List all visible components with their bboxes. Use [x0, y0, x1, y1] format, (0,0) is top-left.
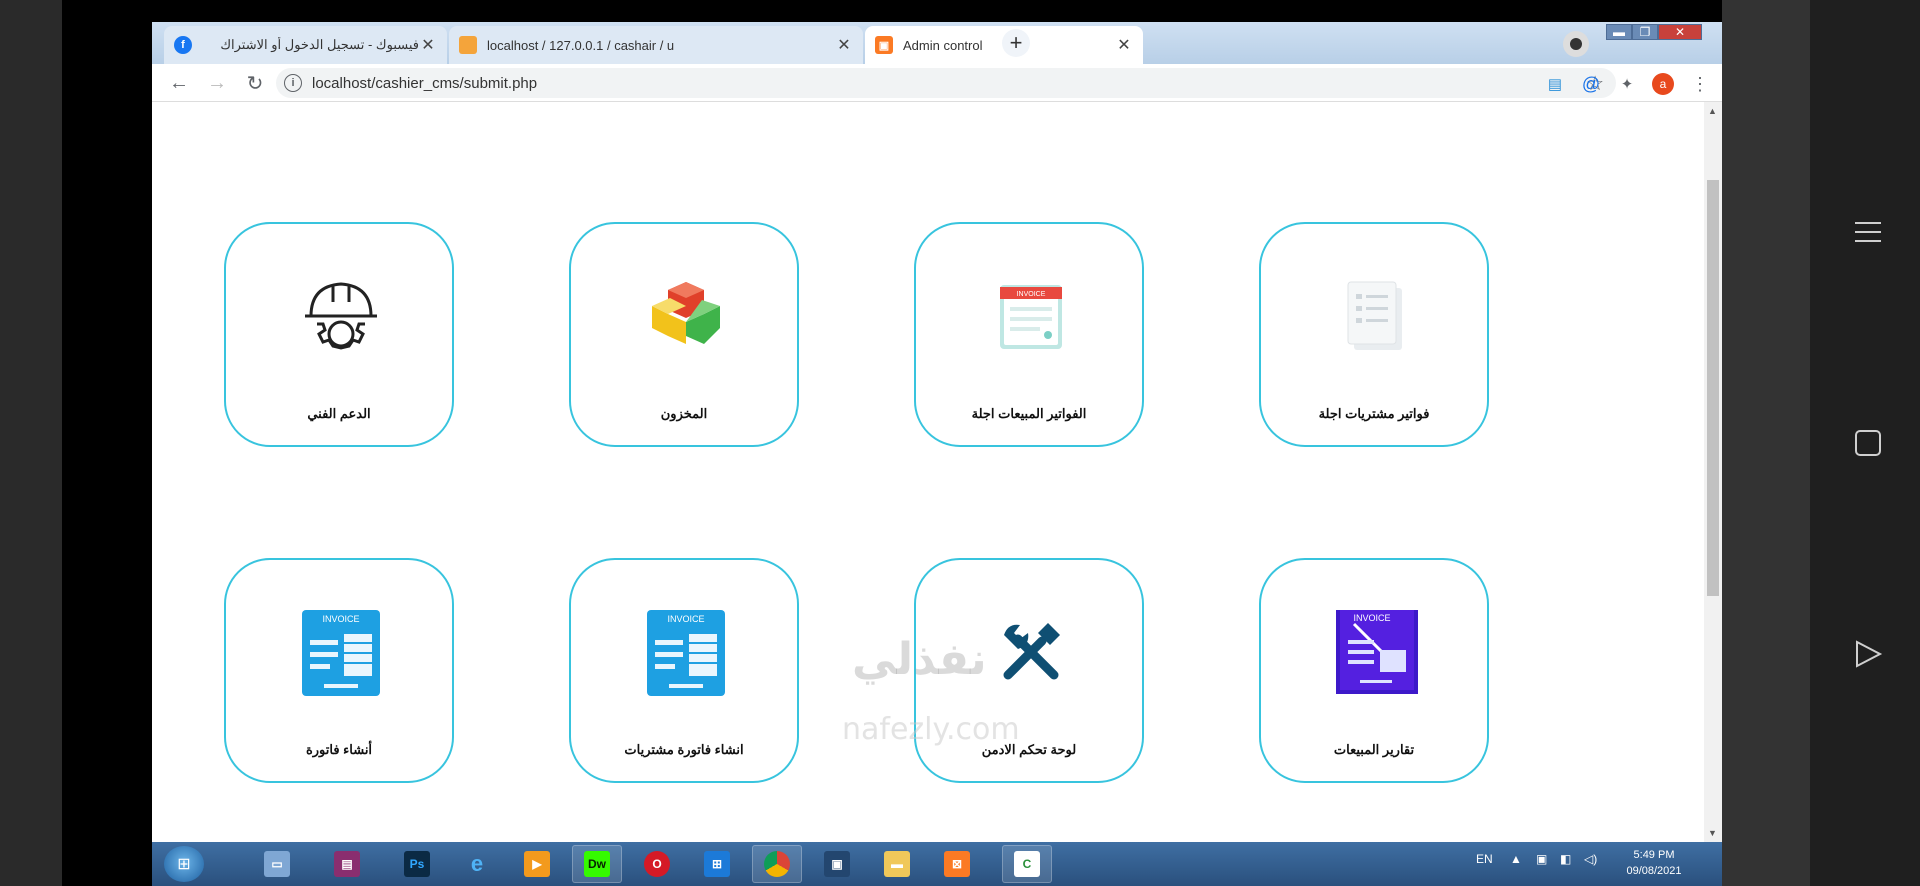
tile-label: المخزون: [660, 406, 708, 421]
tile-label: تقارير المبيعات: [1333, 742, 1415, 757]
facebook-icon: f: [174, 36, 192, 54]
menu-icon[interactable]: [1848, 212, 1888, 252]
tile-deferred-sales-invoices[interactable]: INVOICE الفواتير المبيعات اجلة: [914, 222, 1144, 447]
tile-inventory[interactable]: المخزون: [569, 222, 799, 447]
explorer-icon[interactable]: ▬: [872, 845, 922, 883]
tray-app-icon[interactable]: ▣: [1536, 852, 1547, 866]
invoice-blue-icon: INVOICE: [291, 602, 391, 702]
dreamweaver-icon[interactable]: Dw: [572, 845, 622, 883]
tile-create-invoice[interactable]: INVOICE أنشاء فاتورة: [224, 558, 454, 783]
close-window-button[interactable]: ✕: [1658, 24, 1702, 40]
back-icon[interactable]: [1848, 634, 1888, 674]
address-bar[interactable]: i localhost/cashier_cms/submit.php ☆: [276, 68, 1616, 98]
phone-right-margin: [1722, 0, 1810, 886]
app-icon[interactable]: ▣: [812, 845, 862, 883]
tab-phpmyadmin[interactable]: localhost / 127.0.0.1 / cashair / u ✕: [449, 26, 863, 64]
tab-facebook[interactable]: f فيسبوك - تسجيل الدخول أو الاشتراك ✕: [164, 26, 447, 64]
photoshop-icon[interactable]: Ps: [392, 845, 442, 883]
avatar[interactable]: a: [1652, 73, 1674, 95]
show-desktop-icon[interactable]: ▭: [252, 845, 302, 883]
clock-date: 09/08/2021: [1626, 865, 1682, 877]
cubes-icon: [636, 266, 736, 366]
tile-label: أنشاء فاتورة: [305, 742, 373, 757]
home-icon[interactable]: [1848, 423, 1888, 463]
close-tab-icon[interactable]: ✕: [419, 35, 437, 55]
profile-icon[interactable]: [1563, 31, 1589, 57]
invoice-red-icon: INVOICE: [981, 266, 1081, 366]
invoice-purple-icon: INVOICE: [1326, 602, 1426, 702]
chrome-icon[interactable]: [752, 845, 802, 883]
tab-strip: f فيسبوك - تسجيل الدخول أو الاشتراك ✕ lo…: [152, 22, 1722, 64]
watermark-url: nafezly.com: [842, 712, 1020, 747]
extension-icon[interactable]: ▤: [1544, 73, 1566, 95]
tile-label: فواتير مشتريات اجلة: [1318, 406, 1430, 421]
scrollbar-thumb[interactable]: [1707, 180, 1719, 596]
invoice-text: INVOICE: [322, 614, 359, 624]
window-controls: ▬ ❐ ✕: [1606, 24, 1702, 42]
invoice-text: INVOICE: [1017, 291, 1046, 298]
watermark-arabic: نفذلي: [852, 634, 987, 685]
tile-deferred-purchase-invoices[interactable]: فواتير مشتريات اجلة: [1259, 222, 1489, 447]
xampp-icon: ▣: [875, 36, 893, 54]
maximize-button[interactable]: ❐: [1632, 24, 1658, 40]
page-scrollbar[interactable]: ▲ ▼: [1704, 102, 1722, 842]
extensions-puzzle-icon[interactable]: ✦: [1616, 73, 1638, 95]
system-clock[interactable]: 5:49 PM 09/08/2021: [1614, 847, 1694, 879]
tab-title: فيسبوك - تسجيل الدخول أو الاشتراك: [220, 37, 419, 52]
winrar-icon[interactable]: ▤: [322, 845, 372, 883]
at-extension-icon[interactable]: @: [1580, 73, 1602, 95]
phone-left-margin: [62, 0, 152, 886]
back-arrow-icon[interactable]: ←: [166, 70, 192, 96]
tile-create-purchase-invoice[interactable]: INVOICE انشاء فاتورة مشتريات: [569, 558, 799, 783]
tile-technical-support[interactable]: الدعم الفني: [224, 222, 454, 447]
language-indicator[interactable]: EN: [1476, 852, 1493, 866]
more-menu-icon[interactable]: ⋮: [1689, 73, 1711, 95]
start-button[interactable]: ⊞: [164, 846, 204, 882]
phpmyadmin-icon: [459, 36, 477, 54]
tools-icon: [981, 602, 1081, 702]
new-tab-button[interactable]: +: [1002, 29, 1030, 57]
close-tab-icon[interactable]: ✕: [1115, 35, 1133, 55]
ie-icon[interactable]: e: [452, 845, 502, 883]
network-icon[interactable]: ◧: [1560, 852, 1571, 866]
windows-taskbar: ⊞ ▭ ▤ Ps e ▶ Dw O ⊞ ▣ ▬ ⊠ C EN ▲ ▣ ◧ ◁) …: [152, 842, 1722, 886]
tile-sales-reports[interactable]: INVOICE تقارير المبيعات: [1259, 558, 1489, 783]
windows-store-icon[interactable]: ⊞: [692, 845, 742, 883]
url-text[interactable]: localhost/cashier_cms/submit.php: [312, 75, 537, 92]
volume-icon[interactable]: ◁): [1584, 852, 1597, 866]
phone-left-bezel: [0, 0, 62, 886]
scroll-up-icon[interactable]: ▲: [1708, 106, 1717, 116]
helmet-gear-icon: [291, 266, 391, 366]
tile-label: الفواتير المبيعات اجلة: [971, 406, 1087, 421]
tile-label: الدعم الفني: [307, 406, 371, 421]
invoice-text: INVOICE: [1353, 613, 1390, 623]
tab-title: localhost / 127.0.0.1 / cashair / u: [487, 37, 675, 53]
forward-arrow-icon[interactable]: →: [204, 70, 230, 96]
xampp-taskbar-icon[interactable]: ⊠: [932, 845, 982, 883]
tray-expand-icon[interactable]: ▲: [1510, 852, 1522, 866]
scroll-down-icon[interactable]: ▼: [1708, 828, 1717, 838]
info-icon[interactable]: i: [284, 74, 302, 92]
tile-label: انشاء فاتورة مشتريات: [624, 742, 744, 757]
reload-icon[interactable]: ↻: [242, 70, 268, 96]
invoice-text: INVOICE: [667, 614, 704, 624]
invoice-blue-icon: INVOICE: [636, 602, 736, 702]
camtasia-icon[interactable]: C: [1002, 845, 1052, 883]
close-tab-icon[interactable]: ✕: [835, 35, 853, 55]
document-stack-icon: [1326, 266, 1426, 366]
browser-toolbar: ← → ↻ i localhost/cashier_cms/submit.php…: [152, 64, 1722, 102]
clock-time: 5:49 PM: [1633, 849, 1675, 861]
desktop-screen: f فيسبوك - تسجيل الدخول أو الاشتراك ✕ lo…: [152, 22, 1722, 886]
opera-icon[interactable]: O: [632, 845, 682, 883]
minimize-button[interactable]: ▬: [1606, 24, 1632, 40]
media-player-icon[interactable]: ▶: [512, 845, 562, 883]
